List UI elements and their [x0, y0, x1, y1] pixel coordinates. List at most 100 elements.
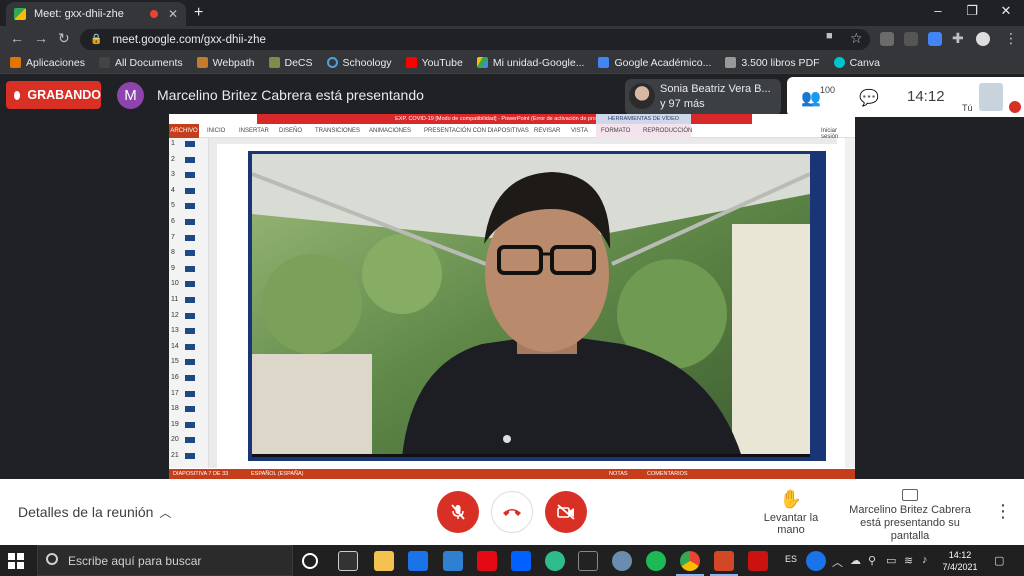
- reload-icon[interactable]: ↻: [58, 30, 70, 47]
- bookmark-canva[interactable]: Canva: [833, 57, 880, 69]
- tray-network-icon[interactable]: ⚲: [868, 554, 876, 567]
- camera-permission-icon[interactable]: ■: [826, 30, 833, 42]
- slide-thumbnail: 18: [171, 405, 195, 413]
- slide-thumbnail: 13: [171, 327, 195, 335]
- tray-volume-icon[interactable]: ♪: [922, 554, 928, 566]
- slide-number: 16: [171, 374, 179, 381]
- tray-battery-icon[interactable]: ▭: [886, 554, 896, 567]
- ppt-status-slide: DIAPOSITIVA 7 DE 33: [173, 471, 229, 477]
- leave-call-button[interactable]: [491, 491, 533, 533]
- cortana-icon[interactable]: [302, 553, 318, 569]
- slide-preview: [185, 437, 195, 444]
- notifications-icon[interactable]: ▢: [994, 554, 1004, 567]
- browser-toolbar: ← → ↻ 🔒 meet.google.com/gxx-dhii-zhe ■ ☆…: [0, 26, 1024, 52]
- meet-stage: GRABANDO M Marcelino Britez Cabrera está…: [0, 75, 1024, 480]
- new-tab-button[interactable]: +: [194, 4, 203, 22]
- participant-more: y 97 más: [660, 98, 705, 110]
- slide-preview: [185, 265, 195, 272]
- slide-preview: [185, 203, 195, 210]
- file-explorer-icon[interactable]: [374, 551, 394, 571]
- tray-language[interactable]: ES: [785, 554, 797, 564]
- search-icon: [46, 553, 58, 565]
- edge-icon[interactable]: [545, 551, 565, 571]
- task-view-icon[interactable]: [338, 551, 358, 571]
- webpath-icon: [196, 57, 208, 68]
- ppt-ribbon: ARCHIVO INICIO INSERTAR DISEÑO TRANSICIO…: [169, 124, 855, 140]
- bookmark-all-documents[interactable]: All Documents: [98, 57, 183, 69]
- slide-number: 3: [171, 171, 175, 179]
- puzzle-extensions-icon[interactable]: ✚: [952, 30, 964, 47]
- raise-hand-button[interactable]: ✋ Levantar la mano: [750, 489, 832, 536]
- mail-icon[interactable]: [443, 551, 463, 571]
- recording-indicator-icon: [149, 10, 158, 18]
- address-bar[interactable]: 🔒 meet.google.com/gxx-dhii-zhe: [80, 29, 870, 50]
- close-tab-icon[interactable]: ✕: [168, 7, 178, 21]
- chat-icon[interactable]: 💬: [859, 88, 879, 108]
- ppt-slide: [248, 151, 826, 461]
- windows-start-icon[interactable]: [8, 553, 24, 569]
- slide-number: 21: [171, 452, 179, 459]
- powerpoint-icon[interactable]: [714, 551, 734, 571]
- ppt-vertical-ruler: [209, 138, 217, 468]
- bookmark-schoology[interactable]: Schoology: [326, 57, 392, 69]
- microphone-toggle-button[interactable]: [437, 491, 479, 533]
- people-icon[interactable]: 👥: [801, 88, 821, 108]
- presentation-status-button[interactable]: Marcelino Britez Cabrera está presentand…: [842, 489, 978, 543]
- help-icon[interactable]: [806, 551, 826, 571]
- self-video-thumbnail[interactable]: [979, 83, 1003, 111]
- ppt-tab-diseno: DISEÑO: [279, 128, 303, 134]
- taskbar-search-input[interactable]: Escribe aquí para buscar: [37, 545, 293, 576]
- minimize-button[interactable]: –: [928, 3, 948, 18]
- tray-wifi-icon[interactable]: ≋: [904, 554, 913, 567]
- docs-extension-icon[interactable]: [928, 32, 942, 46]
- libros-icon: [725, 57, 737, 68]
- more-options-icon[interactable]: ⋮: [994, 501, 1012, 522]
- meet-controls-bar: Detalles de la reunión ︿ ✋ Levantar la ma…: [0, 479, 1024, 545]
- back-icon[interactable]: ←: [10, 30, 24, 46]
- ppt-tab-revisar: REVISAR: [534, 128, 561, 134]
- browser-tab[interactable]: Meet: gxx-dhii-zhe ✕: [6, 2, 186, 26]
- menu-kebab-icon[interactable]: ⋮: [1004, 30, 1018, 47]
- bookmark-apps[interactable]: Aplicaciones: [10, 57, 85, 69]
- scholar-icon: [598, 57, 610, 68]
- slide-thumbnail: 21: [171, 452, 195, 459]
- spotify-icon[interactable]: [646, 551, 666, 571]
- camera-toggle-button[interactable]: [545, 491, 587, 533]
- dropbox-icon[interactable]: [511, 551, 531, 571]
- extension-vd-icon[interactable]: [904, 32, 918, 46]
- restore-button[interactable]: ❐: [962, 3, 982, 19]
- tray-cloud-icon[interactable]: ☁: [850, 554, 861, 567]
- bookmark-scholar[interactable]: Google Académico...: [598, 57, 711, 69]
- bookmark-youtube[interactable]: YouTube: [405, 57, 463, 69]
- slide-number: 14: [171, 342, 179, 350]
- slide-thumbnail: 19: [171, 421, 195, 428]
- app-icon[interactable]: [612, 551, 632, 571]
- store-icon[interactable]: [408, 551, 428, 571]
- chrome-icon[interactable]: [680, 551, 700, 571]
- tray-chevron-up-icon[interactable]: ︿: [832, 554, 843, 570]
- slide-number: 18: [171, 405, 179, 413]
- close-window-button[interactable]: ✕: [996, 3, 1016, 19]
- bookmark-libros-pdf[interactable]: 3.500 libros PDF: [725, 57, 820, 69]
- meeting-details-button[interactable]: Detalles de la reunión ︿: [18, 504, 171, 521]
- bookmark-webpath[interactable]: Webpath: [196, 57, 255, 69]
- tray-clock[interactable]: 14:12 7/4/2021: [940, 549, 980, 573]
- chevron-up-icon: ︿: [159, 506, 172, 520]
- amazon-icon[interactable]: [578, 551, 598, 571]
- profile-avatar[interactable]: [976, 32, 990, 46]
- participant-card[interactable]: Sonia Beatriz Vera B... y 97 más: [625, 79, 781, 115]
- bookmark-star-icon[interactable]: ☆: [850, 30, 863, 47]
- slide-number: 6: [171, 218, 175, 225]
- canva-icon: [833, 57, 845, 68]
- bookmark-decs[interactable]: DeCS: [268, 57, 313, 69]
- slide-preview: [185, 187, 195, 194]
- ppt-status-notes: NOTAS: [609, 471, 628, 477]
- netflix-icon[interactable]: [477, 551, 497, 571]
- acrobat-icon[interactable]: [748, 551, 768, 571]
- extension-icon[interactable]: [880, 32, 894, 46]
- slide-number: 2: [171, 155, 175, 163]
- ppt-tab-animaciones: ANIMACIONES: [369, 128, 412, 134]
- forward-icon[interactable]: →: [34, 30, 48, 46]
- slide-number: 12: [171, 311, 179, 319]
- bookmark-drive[interactable]: Mi unidad-Google...: [476, 57, 584, 69]
